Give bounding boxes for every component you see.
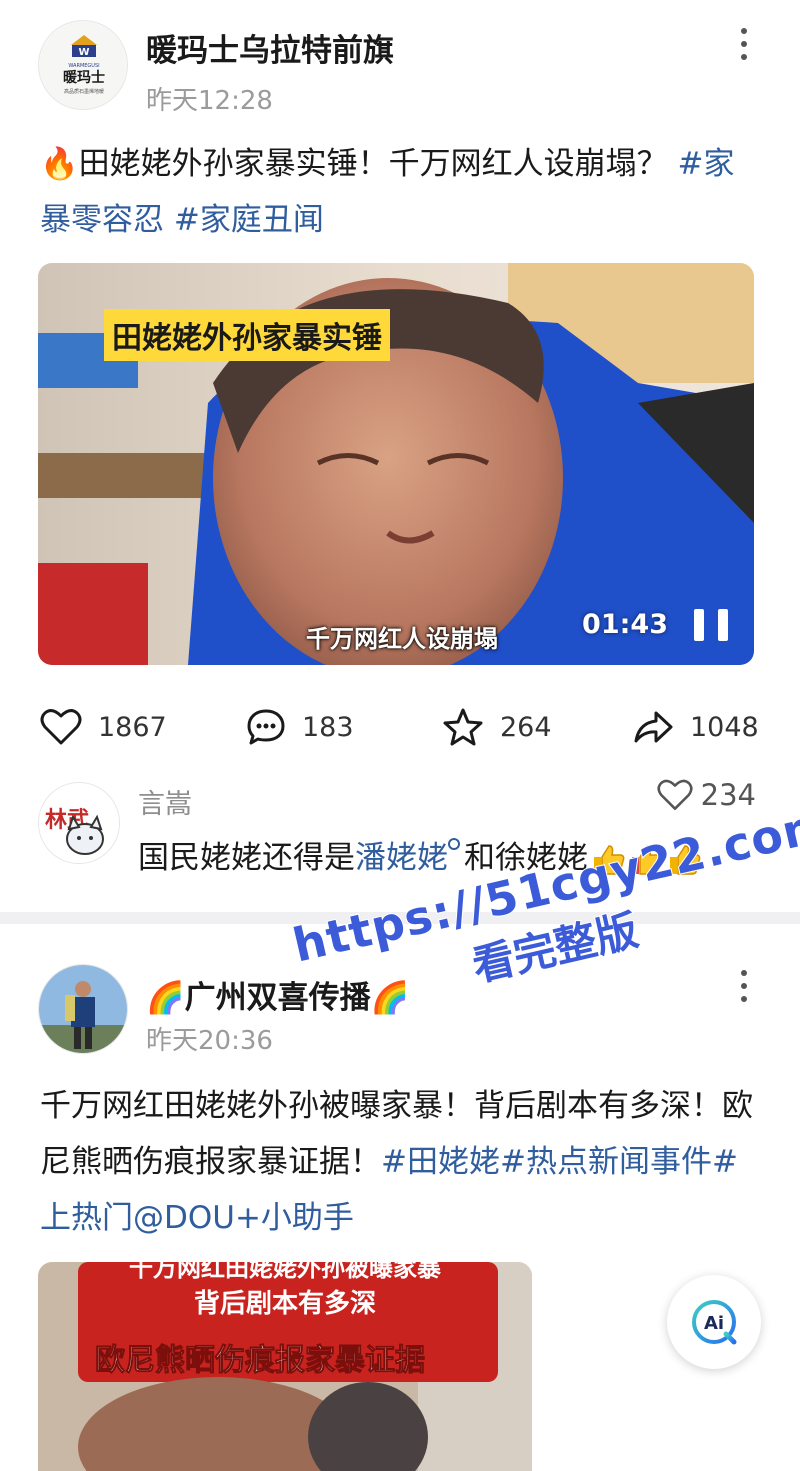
- share-button[interactable]: 1048: [632, 697, 759, 757]
- post-timestamp: 昨天20:36: [146, 1026, 273, 1056]
- comment-bubble-icon: [247, 709, 285, 745]
- heart-icon: [657, 779, 693, 810]
- brand-logo-icon: W WARMEGUSI 暖玛士 高品质石墨烯地暖: [39, 21, 127, 109]
- svg-text:WARMEGUSI: WARMEGUSI: [68, 63, 99, 69]
- svg-text:千万网红田姥姥外孙被曝家暴: 千万网红田姥姥外孙被曝家暴: [129, 1262, 442, 1282]
- comment-like-button[interactable]: 234: [657, 778, 756, 812]
- action-bar: 1867 183 264 1048: [0, 697, 800, 757]
- post-text: 千万网红田姥姥外孙被曝家暴！背后剧本有多深！欧尼熊晒伤痕报家暴证据！#田姥姥#热…: [40, 1078, 762, 1246]
- search-icon: [448, 838, 460, 850]
- mention-link[interactable]: @DOU+小助手: [133, 1200, 354, 1236]
- search-link[interactable]: 潘姥姥: [355, 838, 464, 876]
- more-options-icon[interactable]: [732, 22, 756, 66]
- svg-text:Ai: Ai: [704, 1313, 724, 1334]
- post-timestamp: 昨天12:28: [146, 86, 273, 116]
- pause-icon[interactable]: [694, 609, 728, 641]
- author-avatar[interactable]: [38, 964, 128, 1054]
- comment-text: 国民姥姥还得是潘姥姥 和徐姥姥: [138, 832, 702, 877]
- heart-icon: [40, 709, 82, 745]
- author-name[interactable]: 暖玛士乌拉特前旗: [146, 25, 394, 70]
- share-count: 1048: [690, 711, 759, 743]
- author-name[interactable]: 🌈广州双喜传播🌈: [146, 972, 409, 1017]
- hiker-photo-icon: [39, 965, 127, 1053]
- thumbs-up-emoji-icon: [594, 844, 625, 875]
- star-icon: [443, 708, 483, 746]
- post-body: 田姥姥外孙家暴实锤！千万网红人设崩塌？: [78, 146, 668, 182]
- author-avatar[interactable]: W WARMEGUSI 暖玛士 高品质石墨烯地暖: [38, 20, 128, 110]
- comment-like-count: 234: [700, 778, 756, 812]
- video-caption-top: 田姥姥外孙家暴实锤: [104, 309, 390, 361]
- video-duration: 01:43: [582, 609, 668, 640]
- hashtag-link[interactable]: #热点新闻事件: [500, 1144, 712, 1180]
- top-comment: 林武 言嵩 234 国民姥姥还得是潘姥姥 和徐姥姥: [0, 778, 800, 888]
- commenter-name[interactable]: 言嵩: [138, 782, 192, 821]
- rainbow-emoji-icon: 🌈: [146, 980, 185, 1016]
- post-card: W WARMEGUSI 暖玛士 高品质石墨烯地暖 暖玛士乌拉特前旗 昨天12:2…: [0, 0, 800, 912]
- post-text: 🔥田姥姥外孙家暴实锤！千万网红人设崩塌？ #家暴零容忍 #家庭丑闻: [40, 136, 762, 248]
- post-card: 🌈广州双喜传播🌈 昨天20:36 千万网红田姥姥外孙被曝家暴！背后剧本有多深！欧…: [0, 924, 800, 1471]
- commenter-avatar[interactable]: 林武: [38, 782, 120, 864]
- more-options-icon[interactable]: [732, 964, 756, 1008]
- fire-emoji-icon: 🔥: [40, 146, 79, 182]
- ai-icon: Ai: [692, 1300, 737, 1345]
- like-button[interactable]: 1867: [40, 697, 167, 757]
- rainbow-emoji-icon: 🌈: [370, 980, 410, 1016]
- comment-count: 183: [302, 711, 354, 743]
- svg-text:暖玛士: 暖玛士: [63, 69, 105, 86]
- hashtag-link[interactable]: #家庭丑闻: [174, 202, 324, 238]
- svg-text:W: W: [78, 47, 89, 58]
- thumbnail-frame: 千万网红田姥姥外孙被曝家暴 背后剧本有多深 欧尼熊晒伤痕报家暴证据: [38, 1262, 532, 1471]
- cat-avatar-icon: 林武: [39, 783, 119, 863]
- thumbs-up-emoji-icon: [670, 844, 701, 875]
- svg-text:欧尼熊晒伤痕报家暴证据: 欧尼熊晒伤痕报家暴证据: [95, 1343, 425, 1378]
- video-player[interactable]: 田姥姥外孙家暴实锤 千万网红人设崩塌 01:43: [38, 263, 754, 665]
- share-arrow-icon: [634, 711, 673, 743]
- ai-assistant-button[interactable]: Ai: [667, 1275, 761, 1369]
- favorite-button[interactable]: 264: [442, 697, 552, 757]
- hashtag-link[interactable]: #田姥姥: [381, 1144, 500, 1180]
- like-count: 1867: [98, 711, 167, 743]
- svg-text:背后剧本有多深: 背后剧本有多深: [194, 1289, 376, 1319]
- video-caption-bottom: 千万网红人设崩塌: [306, 625, 498, 653]
- thumbs-up-emoji-icon: [632, 844, 663, 875]
- video-thumbnail[interactable]: 千万网红田姥姥外孙被曝家暴 背后剧本有多深 欧尼熊晒伤痕报家暴证据: [38, 1262, 532, 1471]
- svg-text:高品质石墨烯地暖: 高品质石墨烯地暖: [64, 88, 104, 95]
- comment-button[interactable]: 183: [246, 697, 354, 757]
- favorite-count: 264: [500, 711, 552, 743]
